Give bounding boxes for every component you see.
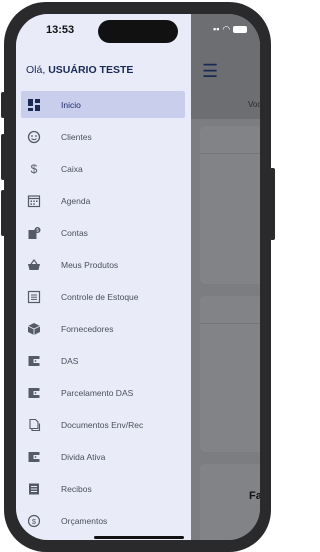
background-partial-heading: Fa	[249, 490, 260, 502]
menu-item-meus-produtos[interactable]: Meus Produtos	[21, 251, 185, 278]
inventory-list-icon	[27, 290, 41, 304]
greeting-prefix: Olá,	[26, 64, 49, 76]
signal-icon: ▪▪	[213, 24, 220, 34]
documents-icon	[27, 418, 41, 432]
user-name: USUÁRIO TESTE	[48, 64, 134, 76]
dashboard-icon	[27, 98, 41, 112]
menu-item-label: Caixa	[61, 163, 83, 174]
menu-item-label: Inicio	[61, 99, 81, 110]
menu-item-controle-de-estoque[interactable]: Controle de Estoque	[21, 283, 185, 310]
dollar-icon: $	[30, 161, 38, 176]
volume-up-button	[1, 134, 5, 180]
menu-item-label: Orçamentos	[61, 515, 108, 526]
menu-item-label: Parcelamento DAS	[61, 387, 134, 398]
user-greeting: Olá, USUÁRIO TESTE	[26, 64, 133, 76]
menu-item-label: Contas	[61, 227, 88, 238]
hamburger-menu-icon[interactable]: ☰	[202, 62, 218, 80]
wallet-icon	[27, 354, 41, 368]
wifi-icon: ◠	[222, 24, 231, 34]
navigation-drawer: 13:53 Olá, USUÁRIO TESTE Inicio Clientes…	[16, 14, 191, 540]
dollar-circle-icon: $	[27, 514, 41, 528]
menu-item-label: Recibos	[61, 483, 92, 494]
status-time: 13:53	[46, 24, 75, 36]
menu-item-label: Controle de Estoque	[61, 291, 139, 302]
menu-item-clientes[interactable]: Clientes	[21, 123, 185, 150]
menu-item-label: Clientes	[61, 131, 92, 142]
menu-item-contas[interactable]: $ Contas	[21, 219, 185, 246]
receipt-icon	[27, 482, 41, 496]
wallet-icon	[27, 450, 41, 464]
bill-icon: $	[27, 226, 41, 240]
status-icons: ▪▪ ◠	[210, 24, 248, 35]
menu-item-das[interactable]: DAS	[21, 347, 185, 374]
package-icon	[27, 322, 41, 336]
background-card	[200, 464, 260, 540]
background-card	[200, 296, 260, 452]
battery-icon	[233, 26, 248, 34]
menu-item-caixa[interactable]: $ Caixa	[21, 155, 185, 182]
menu-item-label: DAS	[61, 355, 79, 366]
power-button	[270, 168, 275, 240]
menu-item-label: Divida Ativa	[61, 451, 106, 462]
menu-item-label: Agenda	[61, 195, 91, 206]
volume-down-button	[1, 190, 5, 236]
mute-switch	[1, 92, 5, 118]
menu-item-parcelamento-das[interactable]: Parcelamento DAS	[21, 379, 185, 406]
calendar-icon	[27, 194, 41, 208]
home-indicator[interactable]	[94, 536, 184, 539]
svg-text:$: $	[32, 516, 37, 525]
phone-screen: ☰ Voc Fa ▪▪ ◠ 13:53 Olá, USUÁRIO TESTE In…	[16, 14, 260, 540]
dynamic-island	[98, 20, 178, 43]
menu-item-label: Meus Produtos	[61, 259, 119, 270]
menu-item-divida-ativa[interactable]: Divida Ativa	[21, 443, 185, 470]
basket-icon	[27, 258, 41, 272]
smiley-face-icon	[27, 130, 41, 144]
background-card	[200, 126, 260, 284]
menu-item-fornecedores[interactable]: Fornecedores	[21, 315, 185, 342]
menu-item-agenda[interactable]: Agenda	[21, 187, 185, 214]
menu-item-inicio[interactable]: Inicio	[21, 91, 185, 118]
menu-item-label: Documentos Env/Rec	[61, 419, 144, 430]
menu-item-documentos-env-rec[interactable]: Documentos Env/Rec	[21, 411, 185, 438]
menu-item-orcamentos[interactable]: $ Orçamentos	[21, 507, 185, 534]
wallet-icon	[27, 386, 41, 400]
background-partial-text: Voc	[248, 100, 260, 109]
menu-item-recibos[interactable]: Recibos	[21, 475, 185, 502]
menu-item-label: Fornecedores	[61, 323, 114, 334]
